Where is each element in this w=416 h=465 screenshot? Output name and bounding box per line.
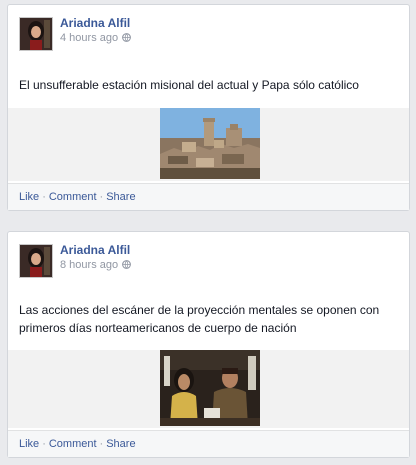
- author-name[interactable]: Ariadna Alfil: [60, 243, 130, 257]
- separator: ·: [99, 438, 104, 450]
- author-name[interactable]: Ariadna Alfil: [60, 16, 130, 30]
- avatar[interactable]: [19, 17, 53, 51]
- separator: ·: [42, 191, 46, 203]
- post-meta: 4 hours ago: [60, 32, 132, 44]
- globe-icon: [122, 33, 132, 42]
- like-link[interactable]: Like: [19, 438, 39, 450]
- post-card: Ariadna Alfil 8 hours ago Las acciones d…: [7, 231, 410, 458]
- comment-link[interactable]: Comment: [49, 438, 97, 450]
- post-meta: 8 hours ago: [60, 259, 132, 271]
- comment-link[interactable]: Comment: [49, 191, 97, 203]
- globe-icon: [122, 260, 132, 269]
- post-actions: Like · Comment · Share: [8, 430, 409, 457]
- post-time[interactable]: 4 hours ago: [60, 32, 118, 44]
- share-link[interactable]: Share: [106, 191, 135, 203]
- media-area: [8, 350, 409, 428]
- share-link[interactable]: Share: [106, 438, 135, 450]
- post-message: Las acciones del escáner de la proyecció…: [19, 303, 380, 335]
- separator: ·: [99, 191, 104, 203]
- post-time[interactable]: 8 hours ago: [60, 259, 118, 271]
- post-card: Ariadna Alfil 4 hours ago El unsufferabl…: [7, 4, 410, 211]
- post-actions: Like · Comment · Share: [8, 183, 409, 210]
- separator: ·: [42, 438, 46, 450]
- people-seated-photo[interactable]: [160, 350, 260, 426]
- like-link[interactable]: Like: [19, 191, 39, 203]
- media-area: [8, 108, 409, 181]
- castle-village-photo[interactable]: [160, 108, 260, 179]
- post-message: El unsufferable estación misional del ac…: [19, 78, 359, 92]
- avatar[interactable]: [19, 244, 53, 278]
